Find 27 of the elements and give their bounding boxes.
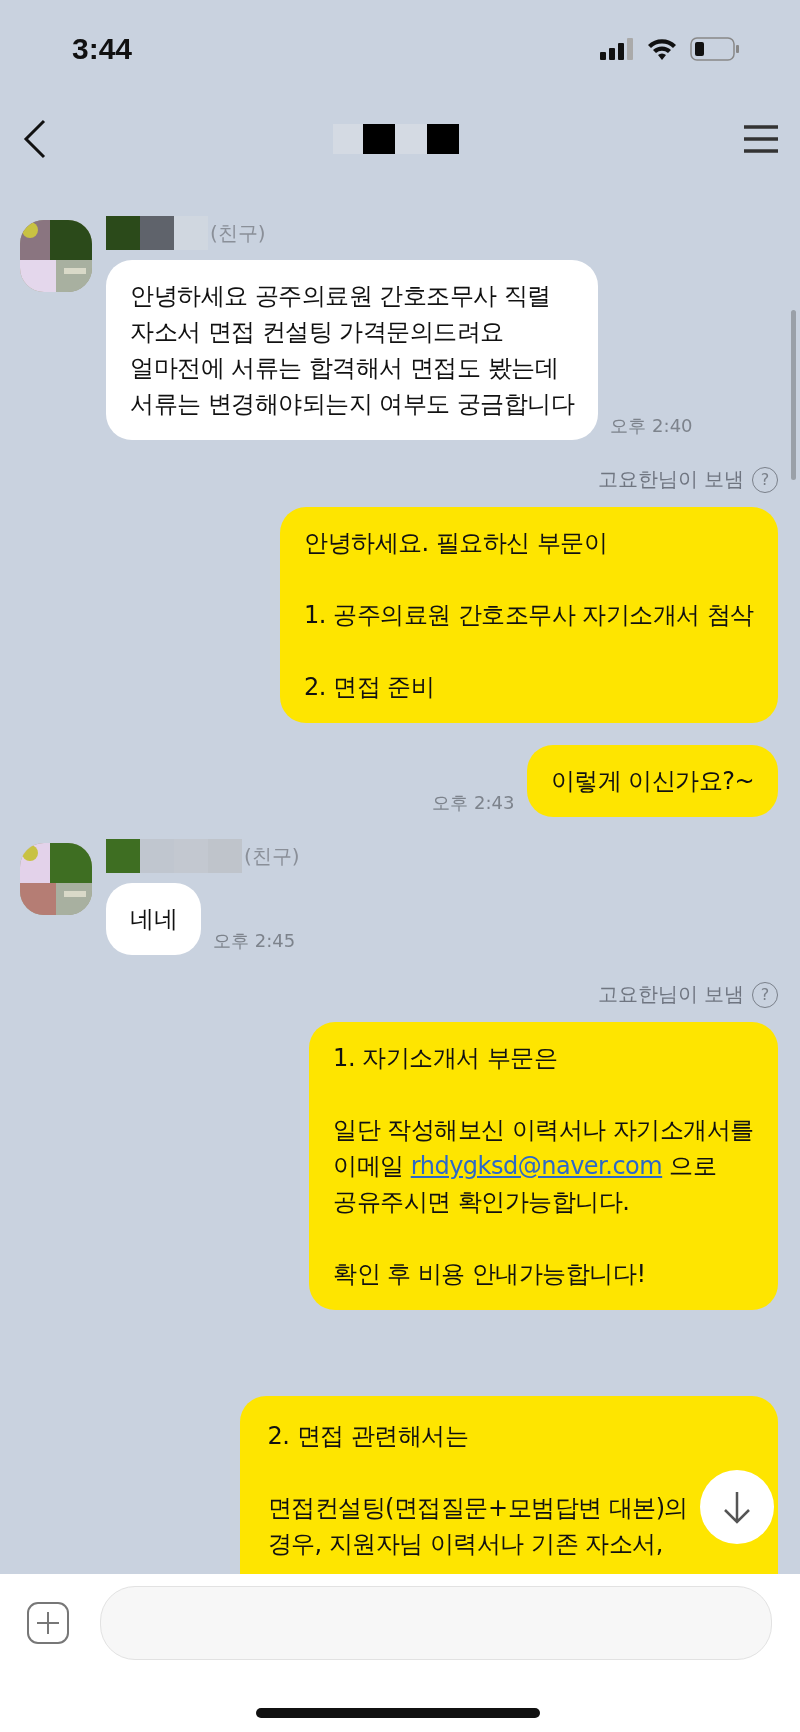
message-time: 오후 2:45 bbox=[213, 929, 296, 953]
message-text: 확인 후 비용 안내가능합니다! bbox=[333, 1259, 647, 1290]
sender-name: (친구) bbox=[244, 842, 300, 870]
back-icon[interactable] bbox=[22, 119, 48, 159]
message-text: 1. 공주의료원 간호조무사 자기소개서 첨삭 bbox=[304, 600, 754, 631]
message-text: 이렇게 이신가요?~ bbox=[550, 766, 754, 797]
sender-name: (친구) bbox=[210, 219, 266, 247]
signal-icon bbox=[600, 38, 634, 60]
battery-icon bbox=[690, 37, 740, 61]
message-text: 네네 bbox=[130, 904, 177, 935]
status-time: 3:44 bbox=[72, 32, 133, 66]
message-text: 안녕하세요 공주의료원 간호조무사 직렬 자소서 면접 컨설팅 가격문의드려요 얼마전에 서류는 합격해서 면접도 봤는데 서류는 변경해야되는지 여부도 궁금합니다 bbox=[130, 281, 575, 420]
message-text: 면접컨설팅(면접질문+모범답변 대본)의 경우, 지원자님 이력서나 기존 자소서, bbox=[267, 1493, 688, 1560]
message-text: 2. 면접 준비 bbox=[304, 672, 436, 703]
menu-icon[interactable] bbox=[744, 124, 778, 154]
message-text: 2. 면접 관련해서는 bbox=[267, 1421, 470, 1452]
wifi-icon bbox=[646, 37, 678, 61]
message-text: 1. 자기소개서 부문은 bbox=[333, 1043, 559, 1074]
message-text: 일단 작성해보신 이력서나 자기소개서를 이메일 rhdygksd@naver.com 으로 공유주시면 확인가능합니다. bbox=[333, 1115, 754, 1218]
message-text: 안녕하세요. 필요하신 부문이 bbox=[304, 528, 609, 559]
sent-by-label: 고요한님이 보냄 bbox=[597, 981, 744, 1008]
arrow-down-icon bbox=[722, 1490, 752, 1524]
sent-by-label: 고요한님이 보냄 bbox=[597, 466, 744, 493]
plus-icon[interactable] bbox=[26, 1601, 70, 1645]
email-link[interactable]: rhdygksd@naver.com bbox=[410, 1152, 663, 1180]
message-time: 오후 2:40 bbox=[610, 414, 693, 438]
message-time: 오후 2:43 bbox=[432, 791, 515, 815]
